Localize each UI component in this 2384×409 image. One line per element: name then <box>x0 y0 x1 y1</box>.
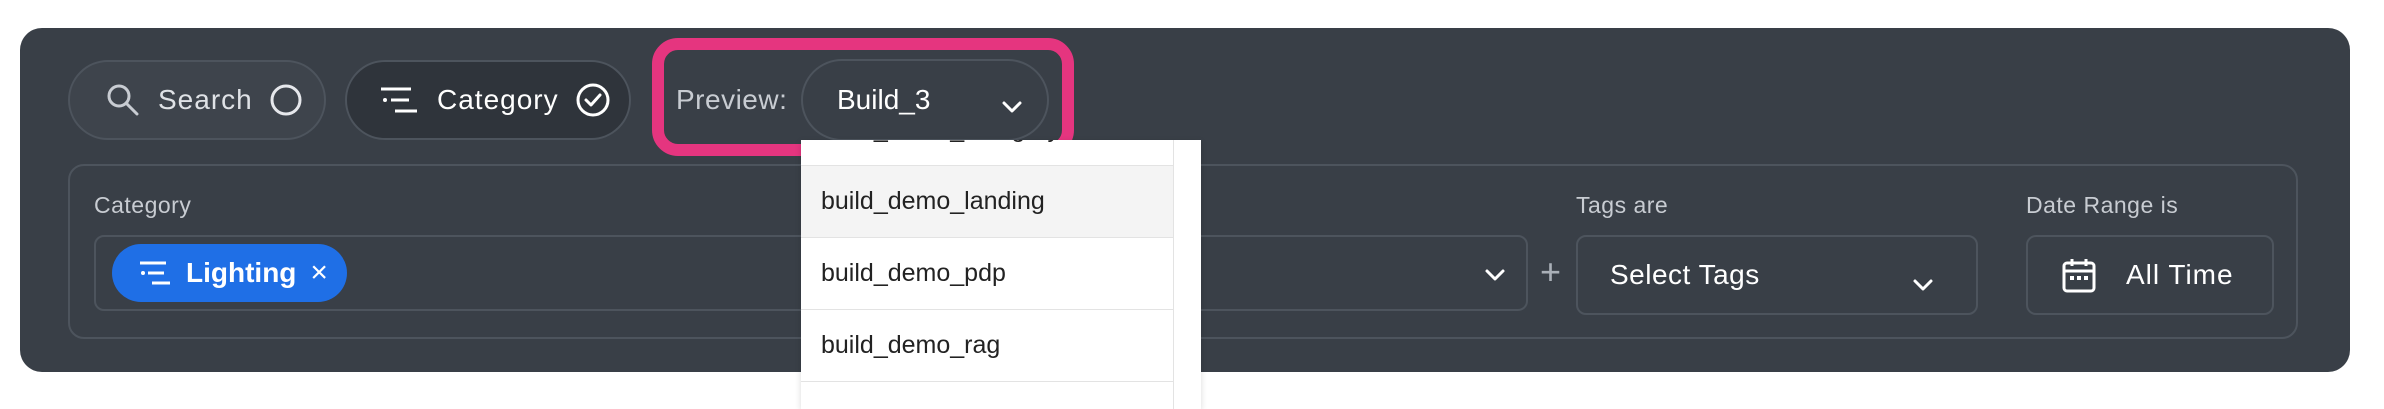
add-filter-button[interactable]: + <box>1540 251 1561 293</box>
category-chip-label: Lighting <box>186 257 297 288</box>
calendar-icon <box>2062 257 2096 293</box>
filter-icon <box>379 84 419 116</box>
tags-label: Tags are <box>1576 192 1669 218</box>
dropdown-item[interactable]: build_demo_landing <box>801 166 1173 238</box>
preview-dropdown-menu: build_demo_category build_demo_landing b… <box>801 140 1201 409</box>
search-label: Search <box>158 84 253 115</box>
category-chip[interactable]: Lighting × <box>112 244 347 302</box>
search-button[interactable]: Search <box>68 60 326 140</box>
close-icon[interactable]: × <box>310 256 328 290</box>
category-label: Category <box>437 84 559 115</box>
dropdown-item[interactable]: build_demo_pdp <box>801 238 1173 310</box>
category-field-label: Category <box>94 192 192 218</box>
dropdown-item[interactable]: build_demo_rag <box>801 310 1173 382</box>
search-icon <box>106 83 140 117</box>
chevron-down-icon[interactable] <box>1484 268 1506 287</box>
filter-icon <box>138 259 172 287</box>
highlight-box <box>652 38 1074 156</box>
tags-value: Select Tags <box>1610 259 1760 290</box>
tags-select[interactable]: Select Tags <box>1576 235 1978 315</box>
dropdown-scrollbar[interactable] <box>1173 140 1201 409</box>
check-circle-icon <box>575 82 611 118</box>
dropdown-item[interactable]: build_demo_category <box>801 140 1173 166</box>
category-button[interactable]: Category <box>345 60 631 140</box>
chevron-down-icon <box>1912 267 1934 299</box>
date-range-button[interactable]: All Time <box>2026 235 2274 315</box>
date-range-label: Date Range is <box>2026 192 2179 218</box>
radio-empty-icon <box>269 83 303 117</box>
date-range-value: All Time <box>2126 259 2234 290</box>
